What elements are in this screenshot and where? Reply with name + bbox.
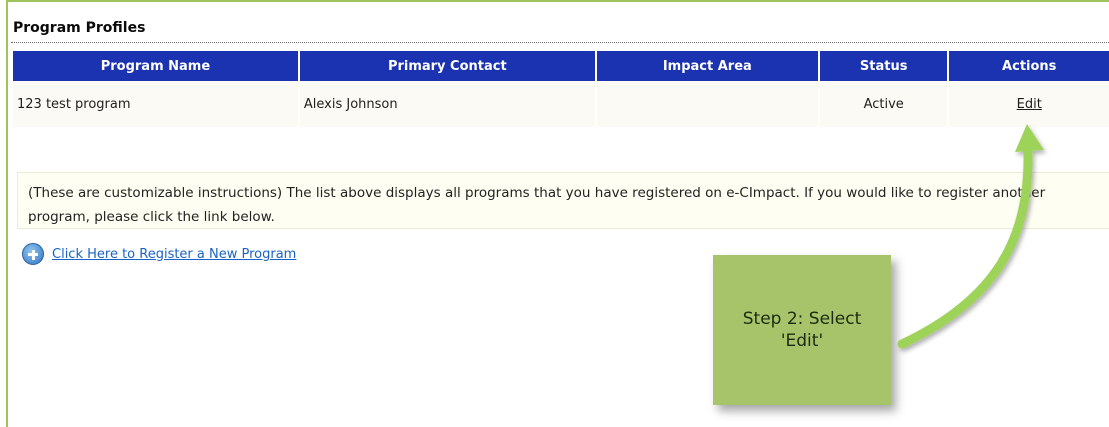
column-header-actions: Actions bbox=[949, 51, 1109, 81]
step-callout: Step 2: Select 'Edit' bbox=[713, 255, 891, 405]
callout-text: Step 2: Select 'Edit' bbox=[742, 309, 862, 351]
plus-circle-icon[interactable] bbox=[22, 243, 44, 265]
program-profiles-panel: Program Profiles Program Name Primary Co… bbox=[6, 0, 1109, 427]
register-new-program-link[interactable]: Click Here to Register a New Program bbox=[52, 247, 296, 262]
table-row: 123 test program Alexis Johnson Active E… bbox=[13, 81, 1109, 127]
table-header-row: Program Name Primary Contact Impact Area… bbox=[13, 51, 1109, 81]
column-header-impact-area[interactable]: Impact Area bbox=[596, 51, 818, 81]
edit-link[interactable]: Edit bbox=[1017, 97, 1042, 112]
instructions-box: (These are customizable instructions) Th… bbox=[17, 172, 1109, 229]
register-program-row[interactable]: Click Here to Register a New Program bbox=[22, 243, 296, 265]
cell-actions: Edit bbox=[949, 81, 1109, 127]
column-header-primary-contact[interactable]: Primary Contact bbox=[299, 51, 595, 81]
column-header-program-name[interactable]: Program Name bbox=[13, 51, 298, 81]
cell-status: Active bbox=[819, 81, 948, 127]
programs-table: Program Name Primary Contact Impact Area… bbox=[11, 51, 1109, 127]
cell-impact-area bbox=[596, 81, 818, 127]
column-header-status[interactable]: Status bbox=[819, 51, 948, 81]
cell-primary-contact: Alexis Johnson bbox=[299, 81, 595, 127]
page-title: Program Profiles bbox=[13, 20, 146, 36]
title-divider bbox=[11, 42, 1109, 43]
cell-program-name: 123 test program bbox=[13, 81, 298, 127]
